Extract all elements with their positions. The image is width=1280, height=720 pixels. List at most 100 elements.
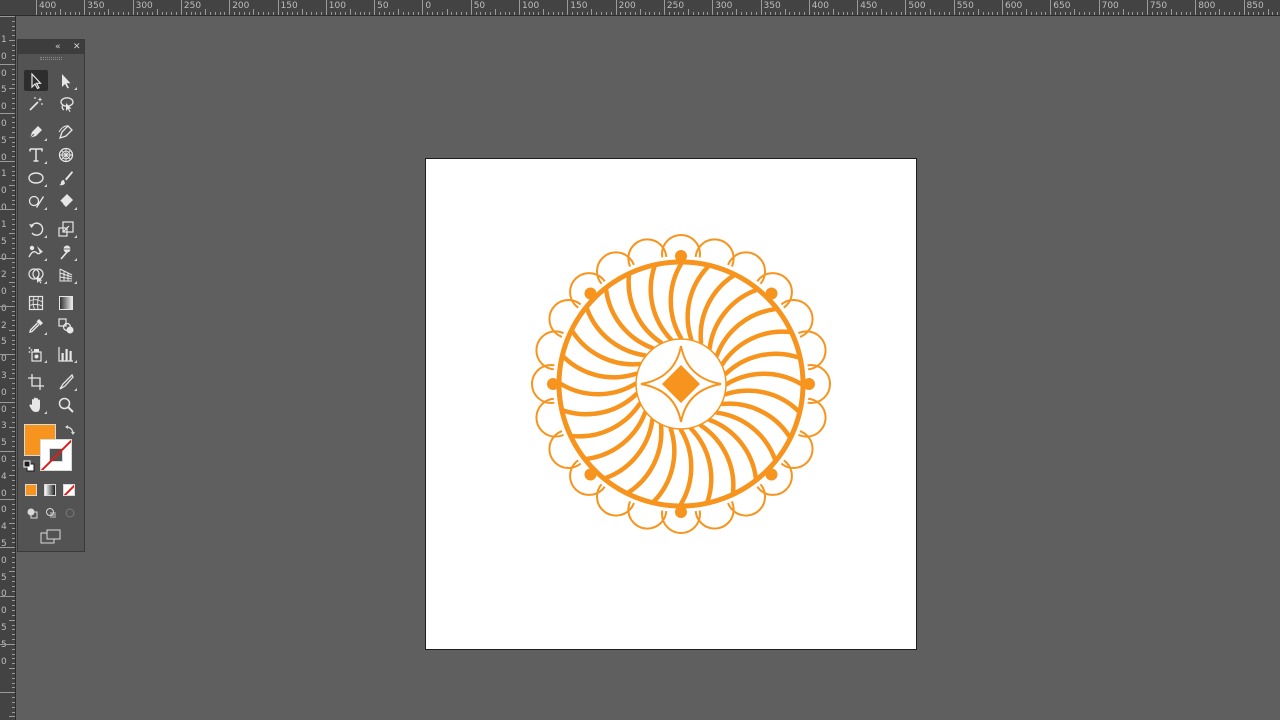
eyedropper-tool[interactable] (24, 315, 48, 336)
ruler-minor-tick (0, 692, 15, 694)
ruler-minor-tick (9, 88, 15, 90)
ruler-minor-tick (0, 305, 15, 307)
tools-panel-header[interactable]: « ✕ (18, 40, 84, 54)
ruler-minor-tick (9, 571, 15, 573)
ruler-minor-tick (412, 12, 414, 15)
ruler-minor-tick (122, 12, 124, 15)
ruler-minor-tick (12, 416, 15, 418)
ruler-minor-tick (654, 12, 656, 15)
ruler-minor-tick (12, 614, 15, 616)
gradient-tool[interactable] (54, 292, 78, 313)
warp-icon (28, 245, 43, 257)
ruler-label: 0 (1, 505, 7, 516)
ruler-minor-tick (847, 12, 849, 15)
paintbrush-tool[interactable] (54, 167, 78, 188)
mandala-artwork[interactable] (531, 234, 831, 534)
spiral-tool[interactable] (54, 144, 78, 165)
mesh-tool[interactable] (24, 292, 48, 313)
scale-tool[interactable] (54, 218, 78, 239)
curvature-tool[interactable] (54, 121, 78, 142)
ruler-label: 5 (1, 135, 7, 146)
tool-group-indicator (74, 281, 77, 284)
scale-icon (58, 220, 74, 237)
warp-tool[interactable] (24, 241, 48, 262)
artboard[interactable] (425, 158, 917, 650)
none-mode-button[interactable] (63, 484, 75, 496)
paintbrush-icon (59, 170, 73, 185)
lasso-tool[interactable] (54, 93, 78, 114)
draw-inside-icon[interactable] (64, 507, 76, 519)
color-mode-button[interactable] (25, 484, 37, 496)
ruler-minor-tick (12, 455, 15, 457)
pen-tool[interactable] (24, 121, 48, 142)
ruler-minor-tick (736, 9, 738, 15)
ellipse-tool[interactable] (24, 167, 48, 188)
hand-tool[interactable] (24, 394, 48, 415)
perspective-grid-tool[interactable] (54, 264, 78, 285)
selection-tool[interactable] (24, 70, 48, 91)
ruler-minor-tick (12, 73, 15, 75)
ruler-minor-tick (688, 9, 690, 15)
swap-fill-stroke-icon[interactable] (64, 424, 76, 436)
ruler-minor-tick (1277, 12, 1279, 15)
rotate-tool[interactable] (24, 218, 48, 239)
tool-group-indicator (44, 411, 47, 414)
close-panel-icon[interactable]: ✕ (73, 41, 81, 53)
ruler-minor-tick (12, 214, 15, 216)
direct-selection-tool[interactable] (54, 70, 78, 91)
magic-wand-tool[interactable] (24, 93, 48, 114)
ruler-minor-tick (0, 450, 15, 452)
zoom-tool[interactable] (54, 394, 78, 415)
shaper-tool[interactable] (24, 190, 48, 211)
ruler-minor-tick (12, 247, 15, 249)
default-fill-stroke-icon[interactable] (23, 460, 35, 472)
ruler-minor-tick (12, 49, 15, 51)
ruler-minor-tick (480, 12, 482, 15)
ruler-major-tick (808, 0, 810, 15)
ruler-minor-tick (60, 9, 62, 15)
ruler-label: 2 (1, 270, 7, 281)
symbol-sprayer-tool[interactable] (24, 343, 48, 364)
ruler-minor-tick (509, 12, 511, 15)
ruler-minor-tick (248, 12, 250, 15)
ruler-minor-tick (924, 12, 926, 15)
ruler-label: 750 (1149, 1, 1168, 11)
screen-mode-icon[interactable] (40, 529, 62, 545)
ruler-minor-tick (359, 12, 361, 15)
ruler-minor-tick (161, 12, 163, 15)
horizontal-ruler[interactable]: 400 350 300 250 200 150 100 50 0 50 100 150 200 250 30… (0, 0, 1280, 16)
puppet-warp-tool[interactable] (54, 241, 78, 262)
ruler-minor-tick (171, 12, 173, 15)
ruler-minor-tick (12, 189, 15, 191)
type-tool[interactable] (24, 144, 48, 165)
draw-behind-icon[interactable] (45, 507, 57, 519)
eraser-tool[interactable] (54, 190, 78, 211)
blend-icon (58, 317, 74, 333)
ruler-minor-tick (330, 12, 332, 15)
ruler-minor-tick (234, 12, 236, 15)
ruler-minor-tick (432, 12, 434, 15)
column-graph-tool[interactable] (54, 343, 78, 364)
ruler-minor-tick (287, 12, 289, 15)
ruler-minor-tick (12, 441, 15, 443)
ruler-minor-tick (12, 494, 15, 496)
ruler-minor-tick (12, 223, 15, 225)
draw-normal-icon[interactable] (26, 507, 38, 519)
slice-tool[interactable] (54, 371, 78, 392)
collapse-panel-icon[interactable]: « (55, 41, 61, 53)
vertical-ruler[interactable]: 10050050100150200250300350400450500550 (0, 16, 16, 720)
ruler-label: 0 (1, 51, 7, 62)
stroke-color-swatch[interactable] (40, 439, 72, 471)
ruler-minor-tick (12, 204, 15, 206)
ruler-label: 4 (1, 471, 7, 482)
artboard-tool[interactable] (24, 371, 48, 392)
ruler-minor-tick (12, 156, 15, 158)
ruler-minor-tick (12, 325, 15, 327)
ruler-label: 800 (1198, 1, 1216, 11)
blend-tool[interactable] (54, 315, 78, 336)
ruler-minor-tick (103, 12, 105, 15)
gradient-mode-button[interactable] (44, 484, 56, 496)
panel-grip[interactable] (40, 57, 62, 60)
shape-builder-tool[interactable] (24, 264, 48, 285)
ruler-minor-tick (393, 12, 395, 15)
